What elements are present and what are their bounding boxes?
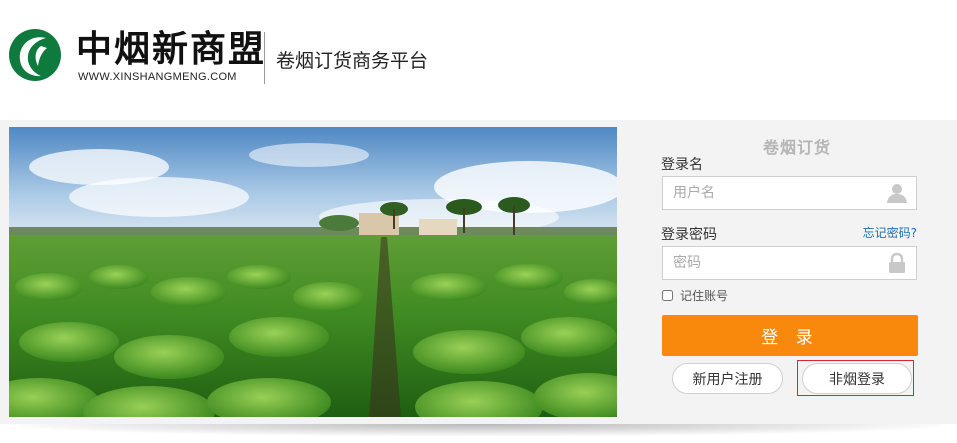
login-button[interactable]: 登 录 — [662, 315, 918, 356]
username-input[interactable] — [663, 177, 878, 209]
forgot-password-link[interactable]: 忘记密码? — [863, 224, 917, 241]
lock-icon — [889, 252, 905, 273]
brand-logo-icon — [9, 29, 61, 81]
remember-label: 记住账号 — [680, 288, 729, 303]
header-divider — [264, 32, 265, 84]
username-label: 登录名 — [661, 157, 703, 173]
brand-tagline: 卷烟订货商务平台 — [276, 50, 429, 72]
brand-name: 中烟新商盟 — [76, 29, 267, 70]
tobacco-field-photo — [9, 127, 617, 417]
register-button[interactable]: 新用户注册 — [672, 363, 783, 394]
password-input[interactable] — [663, 247, 878, 279]
site-header: 中烟新商盟 WWW.XINSHANGMENG.COM 卷烟订货商务平台 — [6, 20, 442, 92]
user-icon — [887, 184, 907, 203]
login-panel: 卷烟订货 登录名 登录密码 忘记密码? 记住账号 登 录 新用户注册 非烟登录 — [640, 127, 940, 417]
username-field[interactable] — [662, 176, 917, 210]
nonsmoke-login-button[interactable]: 非烟登录 — [802, 363, 912, 394]
remember-checkbox[interactable] — [662, 289, 673, 301]
brand-url: WWW.XINSHANGMENG.COM — [78, 71, 237, 83]
password-label: 登录密码 — [661, 227, 717, 243]
password-field[interactable] — [662, 246, 917, 280]
band-shadow — [20, 424, 940, 436]
remember-account[interactable]: 记住账号 — [662, 287, 728, 303]
